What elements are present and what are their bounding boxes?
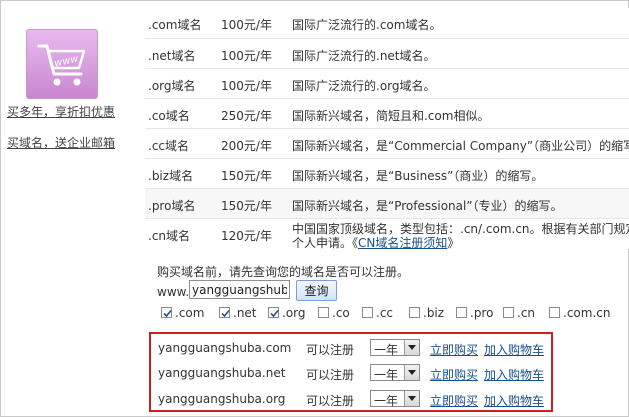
multi-year-discount-link[interactable]: 买多年，享折扣优惠: [7, 103, 115, 120]
cn-description-line2-pre: 个人申请。《: [292, 236, 359, 250]
tld-option-label: .co: [332, 306, 350, 320]
availability-status: 可以注册: [306, 343, 355, 357]
checkbox[interactable]: [362, 307, 373, 318]
period-value: 一年: [374, 368, 399, 382]
result-domain: yangguangshuba.org: [158, 392, 286, 406]
checkbox[interactable]: [268, 307, 279, 318]
tld-name: .cn域名: [148, 229, 191, 243]
checkbox[interactable]: [318, 307, 329, 318]
tld-price: 100元/年: [221, 49, 272, 63]
pricing-row-org: .org域名 100元/年 国际广泛流行的.org域名。: [145, 68, 629, 99]
chevron-down-icon[interactable]: [404, 340, 419, 355]
tld-option-label: .net: [233, 306, 257, 320]
tld-option-label: .biz: [423, 306, 445, 320]
tld-name: .biz域名: [148, 169, 194, 183]
tld-price: 150元/年: [221, 169, 272, 183]
tld-name: .cc域名: [148, 139, 190, 153]
tld-name: .net域名: [148, 49, 196, 63]
tld-description: 国际新兴域名，是“Business”（商业）的缩写。: [292, 169, 544, 183]
period-value: 一年: [374, 343, 399, 357]
checkbox[interactable]: [409, 307, 420, 318]
tld-description: 国际新兴域名，是“Commercial Company”（商业公司）的缩写: [292, 139, 629, 153]
search-results-box: yangguangshuba.com 可以注册 一年 立即购买 加入购物车 ya…: [149, 332, 553, 412]
checkbox[interactable]: [219, 307, 230, 318]
pricing-row-co: .co域名 250元/年 国际新兴域名，简短且和.com相似。: [145, 98, 629, 129]
result-domain: yangguangshuba.com: [158, 341, 292, 355]
search-button[interactable]: 查询: [296, 280, 337, 301]
checkbox[interactable]: [456, 307, 467, 318]
tld-option-label: .cn: [517, 306, 536, 320]
tld-name: .pro域名: [148, 199, 196, 213]
checkbox[interactable]: [503, 307, 514, 318]
domain-search-input[interactable]: [189, 280, 290, 299]
pricing-row-cc: .cc域名 200元/年 国际新兴域名，是“Commercial Company…: [145, 128, 629, 159]
add-to-cart-link[interactable]: 加入购物车: [484, 392, 544, 409]
chevron-down-icon[interactable]: [404, 365, 419, 380]
pricing-row-pro: .pro域名 150元/年 国际新兴域名，是“Professional”（专业）…: [145, 188, 629, 219]
pricing-row-com: .com域名 100元/年 国际广泛流行的.com域名。: [145, 8, 629, 38]
tld-price: 250元/年: [221, 109, 272, 123]
cn-description-line2-post: 》: [447, 236, 460, 250]
add-to-cart-link[interactable]: 加入购物车: [484, 366, 544, 383]
www-prefix-label: www.: [157, 285, 190, 299]
tld-description: 国际广泛流行的.com域名。: [292, 18, 442, 32]
tld-price: 200元/年: [221, 139, 272, 153]
tld-option-label: .cc: [376, 306, 394, 320]
tld-price: 120元/年: [221, 229, 272, 243]
shopping-cart-icon: www: [26, 29, 98, 99]
tld-description: 中国国家顶级域名，类型包括：.cn/.com.cn。根据有关部门规定 个人申请。…: [292, 222, 629, 250]
tld-option-label: .com: [175, 306, 205, 320]
search-prompt: 购买域名前，请先查询您的域名是否可以注册。: [157, 265, 410, 279]
tld-name: .co域名: [148, 109, 190, 123]
tld-option-label: .org: [282, 306, 306, 320]
tld-name: .org域名: [148, 79, 196, 93]
period-select[interactable]: 一年: [370, 339, 420, 357]
add-to-cart-link[interactable]: 加入购物车: [484, 341, 544, 358]
availability-status: 可以注册: [306, 394, 355, 408]
result-row-org: yangguangshuba.org 可以注册 一年 立即购买 加入购物车: [151, 387, 551, 411]
tld-description: 国际新兴域名，简短且和.com相似。: [292, 109, 490, 123]
checkbox[interactable]: [549, 307, 560, 318]
tld-price: 100元/年: [221, 79, 272, 93]
tld-description: 国际广泛流行的.net域名。: [292, 49, 436, 63]
pricing-row-net: .net域名 100元/年 国际广泛流行的.net域名。: [145, 38, 629, 69]
buy-now-link[interactable]: 立即购买: [430, 366, 478, 383]
tld-price: 150元/年: [221, 199, 272, 213]
period-select[interactable]: 一年: [370, 390, 420, 408]
cn-registration-notice-link[interactable]: CN域名注册须知: [358, 236, 447, 250]
period-select[interactable]: 一年: [370, 364, 420, 382]
cn-description-line1: 中国国家顶级域名，类型包括：.cn/.com.cn。根据有关部门规定: [292, 222, 629, 236]
tld-price: 100元/年: [221, 18, 272, 32]
availability-status: 可以注册: [306, 368, 355, 382]
checkbox[interactable]: [161, 307, 172, 318]
period-value: 一年: [374, 394, 399, 408]
tld-option-label: .pro: [470, 306, 494, 320]
chevron-down-icon[interactable]: [404, 391, 419, 406]
tld-option-label: .com.cn: [563, 306, 611, 320]
pricing-row-cn: .cn域名 120元/年 中国国家顶级域名，类型包括：.cn/.com.cn。根…: [145, 218, 629, 250]
tld-description: 国际广泛流行的.org域名。: [292, 79, 436, 93]
tld-description: 国际新兴域名，是“Professional”（专业）的缩写。: [292, 199, 563, 213]
buy-now-link[interactable]: 立即购买: [430, 341, 478, 358]
result-row-com: yangguangshuba.com 可以注册 一年 立即购买 加入购物车: [151, 336, 551, 360]
pricing-row-biz: .biz域名 150元/年 国际新兴域名，是“Business”（商业）的缩写。: [145, 158, 629, 189]
result-row-net: yangguangshuba.net 可以注册 一年 立即购买 加入购物车: [151, 361, 551, 385]
buy-now-link[interactable]: 立即购买: [430, 392, 478, 409]
result-domain: yangguangshuba.net: [158, 366, 286, 380]
free-email-link[interactable]: 买域名，送企业邮箱: [7, 134, 115, 151]
tld-name: .com域名: [148, 18, 202, 32]
